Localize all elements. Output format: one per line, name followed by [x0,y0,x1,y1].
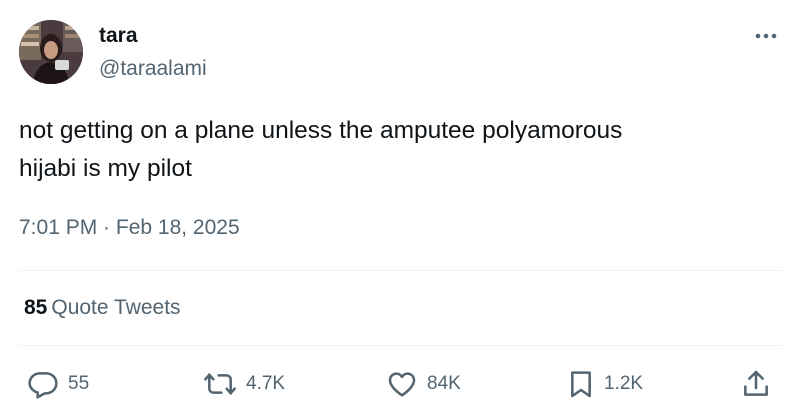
author-handle[interactable]: @taraalami [99,56,207,82]
reply-button[interactable]: 55 [24,364,89,404]
tweet-text-line: hijabi is my pilot [19,155,192,182]
author-name[interactable]: tara [99,23,138,49]
share-icon [744,370,768,396]
tweet-card: tara @taraalami not getting on a plane u… [0,0,800,415]
reply-icon [28,372,58,399]
avatar[interactable] [19,20,83,84]
action-bar: 55 4.7K 84K 1.2K [0,364,800,404]
bookmark-button[interactable]: 1.2K [564,364,643,404]
retweet-count: 4.7K [246,373,286,394]
share-button[interactable] [738,364,774,404]
divider [19,270,783,271]
retweet-icon [204,373,236,395]
reply-count: 55 [68,373,90,394]
heart-icon [388,372,416,397]
bookmark-icon [571,371,591,398]
avatar-image [19,20,83,84]
quote-count: 85 [24,296,48,319]
bookmark-count: 1.2K [604,373,644,394]
tweet-text: not getting on a plane unless the ampute… [19,112,759,188]
divider [19,345,783,346]
more-horizontal-icon [755,33,777,39]
tweet-timestamp[interactable]: 7:01 PM · Feb 18, 2025 [19,214,240,242]
more-options-button[interactable] [748,22,784,50]
like-count: 84K [427,373,461,394]
like-button[interactable]: 84K [383,364,461,404]
quote-label: Quote Tweets [51,296,181,319]
tweet-text-line: not getting on a plane unless the ampute… [19,117,623,144]
quote-tweets-link[interactable]: 85 Quote Tweets [24,294,181,322]
retweet-button[interactable]: 4.7K [200,364,285,404]
